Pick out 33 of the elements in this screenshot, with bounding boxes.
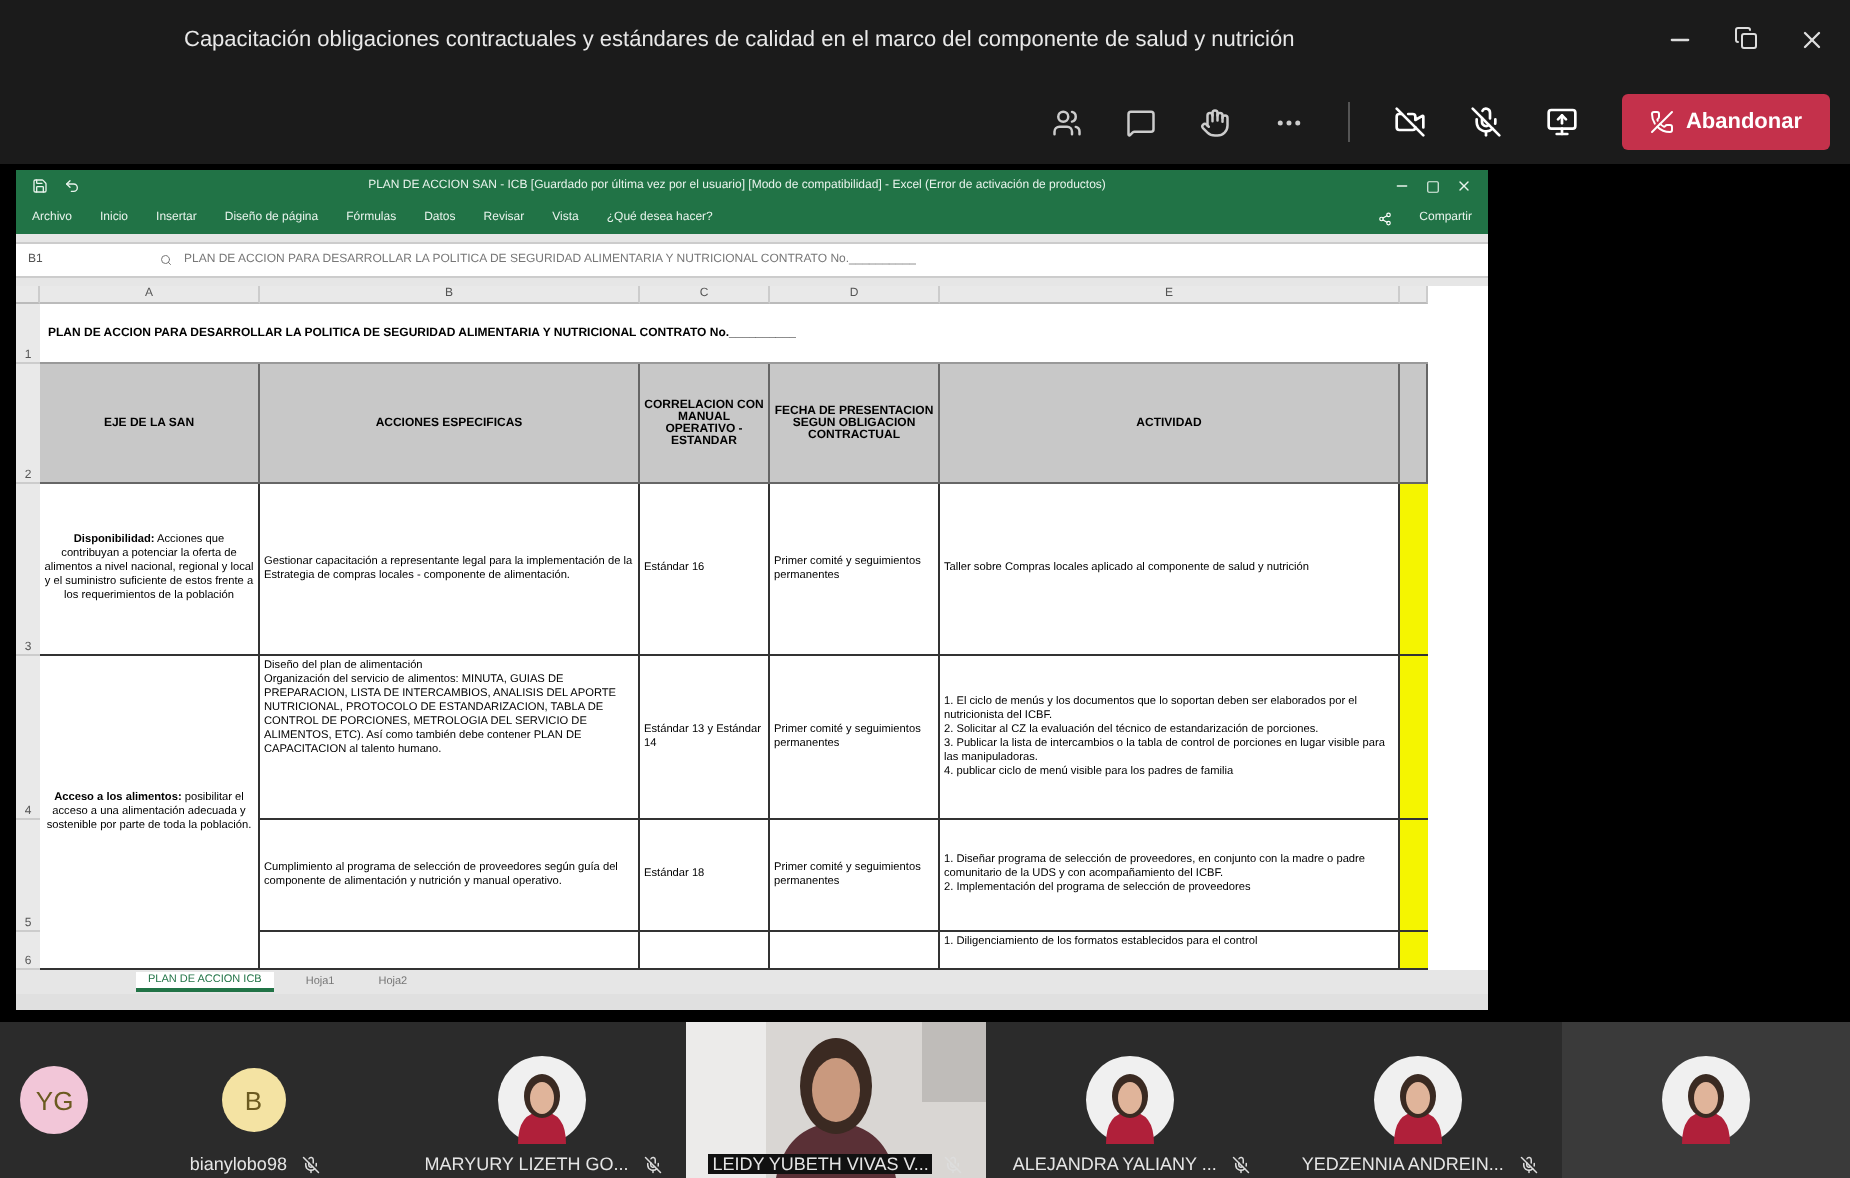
initials-avatar: B bbox=[221, 1068, 286, 1132]
chat-icon[interactable] bbox=[1125, 107, 1156, 137]
share-icon[interactable] bbox=[1377, 211, 1392, 225]
phone-icon bbox=[1649, 110, 1674, 134]
highlighted-cell bbox=[1400, 932, 1428, 970]
mic-off-icon bbox=[644, 1155, 663, 1173]
close-icon[interactable] bbox=[1798, 26, 1826, 54]
participant-name: MARYURY LIZETH GO... bbox=[422, 1154, 631, 1174]
avatar-icon bbox=[1085, 1056, 1174, 1144]
initials-avatar: YG bbox=[20, 1066, 89, 1134]
avatar-icon bbox=[1373, 1056, 1462, 1144]
participant-name: ALEJANDRA YALIANY ... bbox=[1010, 1154, 1219, 1174]
highlighted-cell bbox=[1400, 820, 1428, 932]
header-cell bbox=[1400, 364, 1428, 484]
maximize-icon[interactable] bbox=[1426, 179, 1440, 193]
save-icon[interactable] bbox=[32, 178, 48, 194]
avatar-icon bbox=[1661, 1056, 1750, 1144]
participant-name: LEIDY YUBETH VIVAS V... bbox=[708, 1154, 933, 1174]
participant-name: bianylobo98 bbox=[187, 1154, 289, 1174]
meeting-title: Capacitación obligaciones contractuales y estándares de calidad en el marco del componente de salud y nutrición bbox=[184, 28, 1297, 52]
participant-name: YEDZENNIA ANDREIN... bbox=[1299, 1154, 1506, 1174]
mic-off-icon bbox=[1519, 1155, 1538, 1173]
restore-icon[interactable] bbox=[1734, 26, 1758, 50]
mic-off-icon bbox=[1232, 1155, 1251, 1173]
undo-icon[interactable] bbox=[64, 178, 80, 194]
participants-icon[interactable] bbox=[1051, 107, 1082, 137]
leave-button[interactable]: Abandonar bbox=[1621, 94, 1830, 150]
raise-hand-icon[interactable] bbox=[1199, 107, 1230, 137]
mic-off-icon bbox=[302, 1155, 321, 1173]
share-screen-icon[interactable] bbox=[1545, 106, 1578, 138]
mic-off-icon[interactable] bbox=[1469, 106, 1502, 138]
avatar-icon bbox=[497, 1056, 586, 1144]
camera-off-icon[interactable] bbox=[1393, 106, 1426, 138]
